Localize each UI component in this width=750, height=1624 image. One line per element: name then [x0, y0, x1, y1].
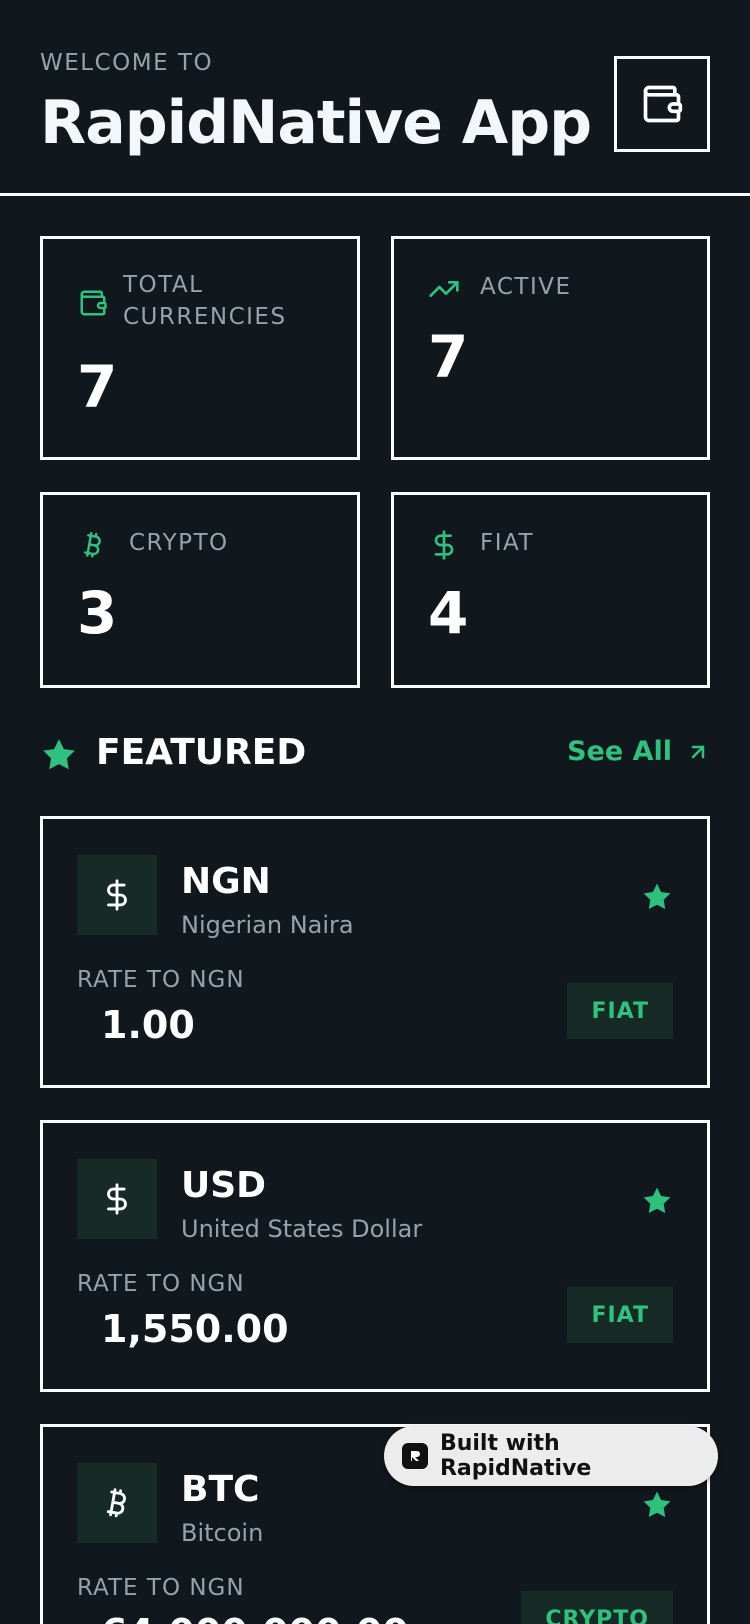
app-header: WELCOME TO RapidNative App: [0, 0, 750, 196]
dollar-icon: [107, 879, 127, 911]
bitcoin-icon: [106, 1488, 126, 1518]
rate-value: 1,550.00: [101, 1307, 289, 1351]
currency-icon-box: [77, 1463, 157, 1543]
arrow-up-right-icon: [691, 745, 705, 758]
star-icon: [43, 739, 75, 770]
rapidnative-logo-icon: [402, 1443, 428, 1469]
built-with-badge[interactable]: Built with RapidNative: [384, 1426, 718, 1486]
stat-value: 7: [77, 353, 118, 421]
wallet-icon: [77, 287, 109, 319]
stat-label: FIAT: [480, 530, 535, 556]
trending-up-icon: [428, 273, 460, 305]
stat-label-line: CURRENCIES: [123, 304, 287, 330]
stat-value: 4: [428, 579, 469, 647]
type-badge: CRYPTO: [521, 1591, 673, 1624]
stat-active: ACTIVE 7: [391, 236, 710, 460]
page-title: RapidNative App: [40, 88, 592, 158]
rate-label: RATE TO NGN: [77, 1271, 245, 1297]
currency-icon-box: [77, 855, 157, 935]
dollar-icon: [428, 529, 460, 561]
stat-crypto: CRYPTO 3: [40, 492, 360, 688]
currency-code: NGN: [181, 861, 271, 902]
stat-label-line: TOTAL: [123, 272, 204, 298]
built-with-label: Built with RapidNative: [439, 1431, 592, 1481]
type-badge: FIAT: [567, 1287, 673, 1343]
stat-value: 7: [428, 323, 469, 391]
stat-label: ACTIVE: [480, 274, 572, 300]
rate-label: RATE TO NGN: [77, 1575, 245, 1601]
currency-code: BTC: [181, 1469, 260, 1510]
see-all-link[interactable]: See All: [567, 736, 710, 767]
type-badge: FIAT: [567, 983, 673, 1039]
currency-name: United States Dollar: [181, 1215, 423, 1243]
wallet-icon: [643, 85, 683, 123]
stat-label: TOTAL CURRENCIES: [123, 269, 287, 333]
currency-icon-box: [77, 1159, 157, 1239]
section-title: FEATURED: [96, 732, 307, 773]
star-icon[interactable]: [641, 1489, 673, 1521]
currency-card-usd[interactable]: USD United States Dollar RATE TO NGN 1,5…: [40, 1120, 710, 1392]
rate-label: RATE TO NGN: [77, 967, 245, 993]
star-icon[interactable]: [641, 881, 673, 913]
stat-fiat: FIAT 4: [391, 492, 710, 688]
wallet-button[interactable]: [614, 56, 710, 152]
rate-value: 64,000,000.00: [101, 1611, 409, 1624]
bitcoin-icon: [77, 529, 109, 561]
rate-value: 1.00: [101, 1003, 195, 1047]
currency-name: Bitcoin: [181, 1519, 264, 1547]
see-all-label: See All: [567, 736, 672, 767]
stat-total-currencies: TOTAL CURRENCIES 7: [40, 236, 360, 460]
currency-code: USD: [181, 1165, 267, 1206]
star-icon[interactable]: [641, 1185, 673, 1217]
welcome-label: WELCOME TO: [40, 50, 214, 76]
stat-label: CRYPTO: [129, 530, 229, 556]
currency-card-ngn[interactable]: NGN Nigerian Naira RATE TO NGN 1.00 FIAT: [40, 816, 710, 1088]
stat-value: 3: [77, 579, 118, 647]
currency-name: Nigerian Naira: [181, 911, 354, 939]
featured-header: FEATURED See All: [40, 730, 710, 780]
dollar-icon: [107, 1183, 127, 1215]
